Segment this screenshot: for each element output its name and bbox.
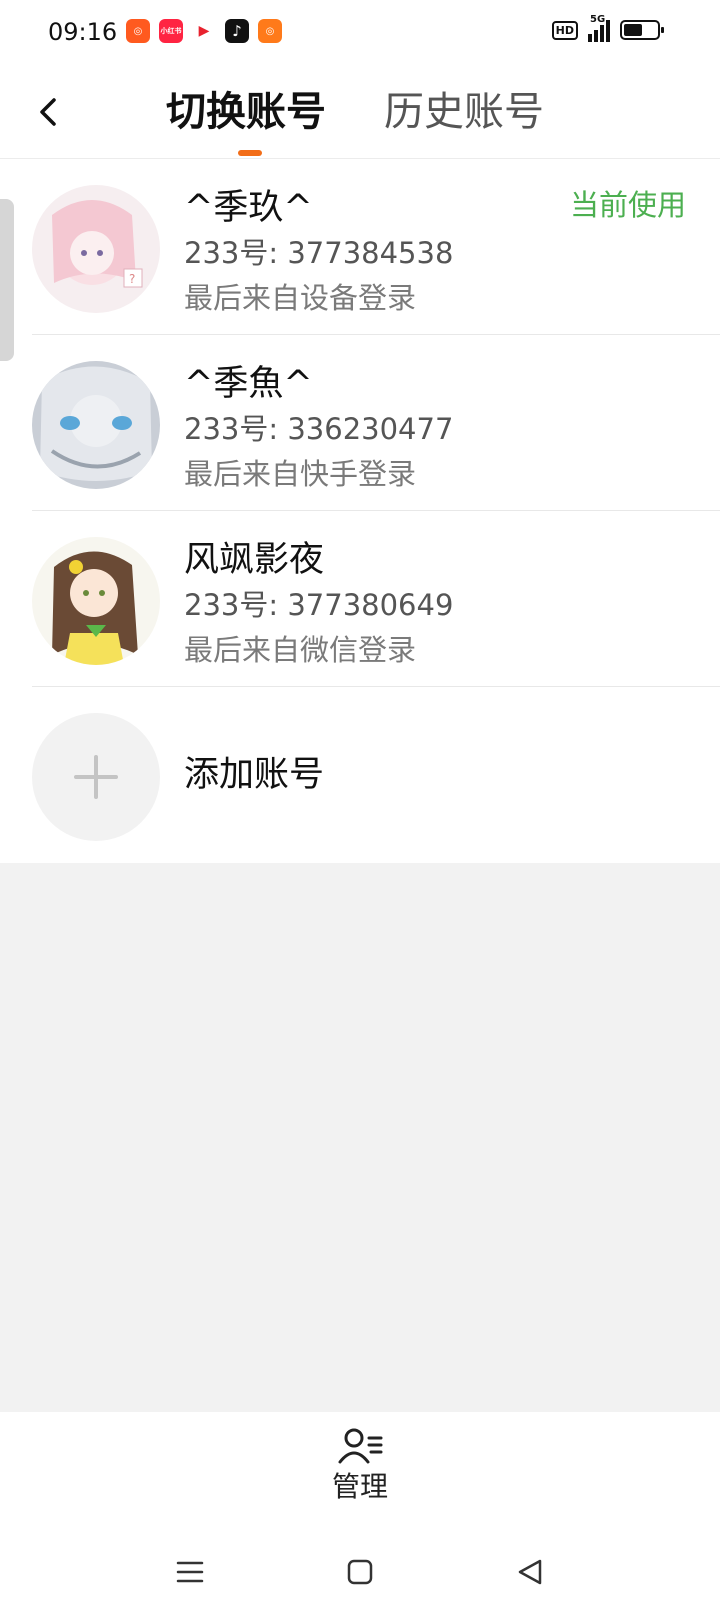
back-triangle-icon[interactable] xyxy=(514,1556,546,1588)
top-bar: 切换账号 历史账号 xyxy=(0,66,720,159)
account-item[interactable]: ^季魚^ 233号: 336230477 最后来自快手登录 xyxy=(0,335,720,511)
signal-icon: 5G xyxy=(588,14,610,42)
network-type: 5G xyxy=(590,14,606,25)
kuaishou-lite-icon: ◎ xyxy=(258,19,282,43)
add-account-circle xyxy=(32,713,160,841)
manage-label: 管理 xyxy=(331,1470,388,1503)
kuaishou-icon: ◎ xyxy=(126,19,150,43)
avatar xyxy=(32,537,160,665)
red-play-icon: ▶ xyxy=(192,19,216,43)
account-item[interactable]: ? ^季玖^ 233号: 377384538 最后来自设备登录 当前使用 xyxy=(0,159,720,335)
account-list: ? ^季玖^ 233号: 377384538 最后来自设备登录 当前使用 ^季魚… xyxy=(0,159,720,863)
battery-level xyxy=(624,24,642,36)
add-account-button[interactable]: 添加账号 xyxy=(0,687,720,863)
current-badge: 当前使用 xyxy=(569,188,686,222)
manage-button[interactable]: 管理 xyxy=(320,1426,400,1504)
login-source: 最后来自微信登录 xyxy=(184,633,417,667)
account-name: ^季魚^ xyxy=(184,364,313,404)
notification-icons: ◎ 小红书 ▶ ♪ ◎ xyxy=(126,19,282,43)
system-nav-bar xyxy=(0,1548,720,1598)
login-source: 最后来自设备登录 xyxy=(184,281,417,315)
battery-icon xyxy=(620,20,664,40)
status-right: HD 5G xyxy=(551,14,664,42)
account-name: ^季玖^ xyxy=(184,188,313,228)
tab-indicator xyxy=(238,150,262,156)
menu-icon[interactable] xyxy=(174,1556,206,1588)
home-icon[interactable] xyxy=(344,1556,376,1588)
xiaohongshu-icon: 小红书 xyxy=(159,19,183,43)
avatar: ? xyxy=(32,185,160,313)
tab-switch-account[interactable]: 切换账号 xyxy=(166,88,326,136)
hd-icon: HD xyxy=(551,20,578,40)
plus-icon xyxy=(74,755,118,799)
account-name: 风飒影夜 xyxy=(184,540,325,580)
bottom-bar: 管理 xyxy=(0,1412,720,1612)
tiktok-icon: ♪ xyxy=(225,19,249,43)
add-account-label: 添加账号 xyxy=(184,755,325,795)
back-arrow-icon[interactable] xyxy=(30,90,70,134)
user-manage-icon xyxy=(338,1428,383,1464)
account-id: 233号: 377380649 xyxy=(184,588,454,622)
avatar xyxy=(32,361,160,489)
account-id: 233号: 336230477 xyxy=(184,412,454,446)
tab-history-account[interactable]: 历史账号 xyxy=(384,88,544,136)
edge-handle[interactable] xyxy=(0,199,14,361)
account-id: 233号: 377384538 xyxy=(184,236,454,270)
status-bar: 09:16 ◎ 小红书 ▶ ♪ ◎ HD 5G xyxy=(0,0,720,66)
svg-text:?: ? xyxy=(129,272,135,286)
account-item[interactable]: 风飒影夜 233号: 377380649 最后来自微信登录 xyxy=(0,511,720,687)
login-source: 最后来自快手登录 xyxy=(184,457,417,491)
status-time: 09:16 xyxy=(48,18,118,46)
